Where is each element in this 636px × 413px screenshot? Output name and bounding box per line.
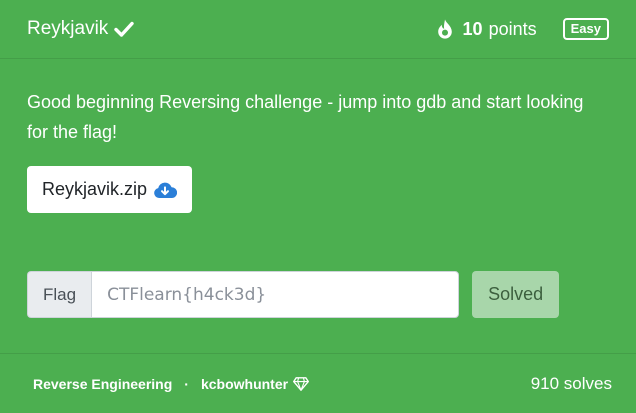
diamond-icon — [293, 376, 310, 391]
category-link[interactable]: Reverse Engineering — [33, 376, 172, 392]
file-name: Reykjavik.zip — [42, 179, 148, 199]
card-footer: Reverse Engineering · kcbowhunter 910 so… — [0, 353, 636, 413]
challenge-title: Reykjavik — [27, 18, 135, 40]
points-value: 10 — [462, 18, 483, 39]
solved-button[interactable]: Solved — [472, 271, 560, 318]
download-file-button[interactable]: Reykjavik.zip — [27, 166, 193, 213]
difficulty-badge: Easy — [562, 18, 609, 40]
fire-icon — [437, 19, 453, 39]
challenge-card: Reykjavik 10 points Easy Good beginning … — [0, 0, 636, 413]
flag-form: Flag CTFlearn{h4ck3d} Solved — [27, 271, 560, 318]
card-header: Reykjavik 10 points Easy — [0, 0, 636, 59]
solves-count: 910 solves — [530, 373, 612, 393]
author-link[interactable]: kcbowhunter — [201, 376, 288, 392]
footer-separator: · — [184, 375, 189, 392]
check-icon — [114, 21, 135, 37]
flag-input[interactable]: CTFlearn{h4ck3d} — [91, 271, 460, 318]
card-body: Good beginning Reversing challenge - jum… — [0, 59, 636, 213]
flag-label: Flag — [27, 271, 92, 318]
challenge-title-text: Reykjavik — [27, 18, 109, 39]
points-display: 10 points — [437, 19, 537, 40]
challenge-description: Good beginning Reversing challenge - jum… — [27, 92, 584, 142]
points-unit: points — [488, 18, 537, 39]
cloud-download-icon — [153, 181, 178, 199]
